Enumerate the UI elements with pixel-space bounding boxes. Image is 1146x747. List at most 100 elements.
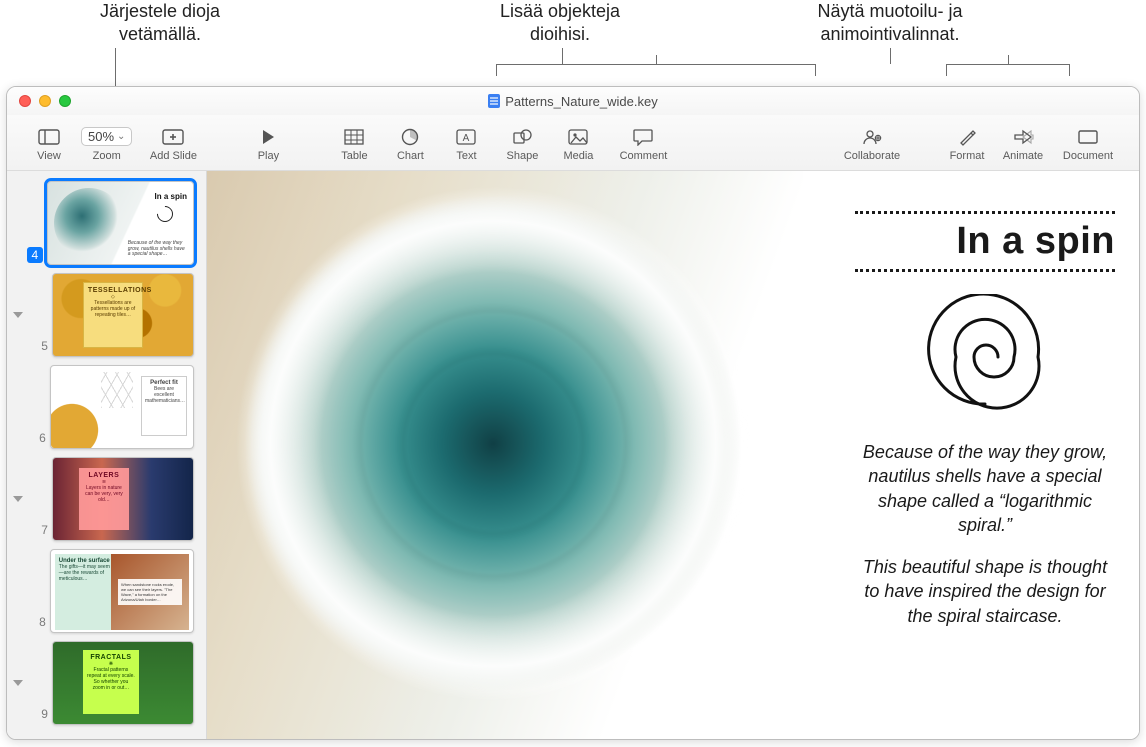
document-title: Patterns_Nature_wide.key [7, 94, 1139, 109]
table-icon [344, 126, 364, 148]
callout-annotations: Järjestele dioja vetämällä. Lisää objekt… [0, 0, 1146, 86]
callout-insert-leader [562, 48, 563, 64]
collaborate-label: Collaborate [844, 150, 900, 162]
slide-paragraph-2[interactable]: This beautiful shape is thought to have … [855, 555, 1115, 628]
play-button[interactable]: Play [240, 120, 296, 168]
slide-thumb-preview: FRACTALS❋Fractal patterns repeat at ever… [52, 641, 194, 725]
slide-thumb-7[interactable]: 7 LAYERS≋Layers in nature can be very, v… [7, 453, 200, 545]
add-slide-button[interactable]: Add Slide [136, 120, 210, 168]
callout-format-leader [890, 48, 891, 64]
slide-thumb-preview: LAYERS≋Layers in nature can be very, ver… [52, 457, 194, 541]
nautilus-image[interactable] [207, 171, 803, 739]
document-button-icon [1077, 126, 1099, 148]
callout-reorder-l2: vetämällä. [119, 24, 201, 44]
format-button[interactable]: Format [939, 120, 995, 168]
slide-number: 5 [29, 339, 48, 357]
document-title-text: Patterns_Nature_wide.key [505, 94, 657, 109]
thumb-title: FRACTALS [90, 654, 131, 661]
slide-thumb-preview: Perfect fitBees are excellent mathematic… [50, 365, 194, 449]
slide-number: 4 [27, 247, 43, 263]
slide-thumb-preview: TESSELLATIONS◇Tessellations are patterns… [52, 273, 194, 357]
shape-label: Shape [507, 150, 539, 162]
zoom-button[interactable]: 50%⌄ Zoom [77, 120, 136, 168]
media-label: Media [563, 150, 593, 162]
slide-thumb-6[interactable]: 6 Perfect fitBees are excellent mathemat… [7, 361, 200, 453]
thumb-title: LAYERS [89, 472, 120, 479]
document-icon [488, 94, 500, 108]
play-label: Play [258, 150, 279, 162]
callout-insert-bracket [496, 64, 816, 76]
slide-thumb-5[interactable]: 5 TESSELLATIONS◇Tessellations are patter… [7, 269, 200, 361]
svg-text:A: A [463, 133, 470, 144]
callout-reorder: Järjestele dioja vetämällä. [60, 0, 260, 45]
text-label: Text [456, 150, 476, 162]
callout-format-l2: animointivalinnat. [820, 24, 959, 44]
zoom-label: Zoom [93, 150, 121, 162]
text-icon: A [456, 126, 476, 148]
format-label: Format [950, 150, 985, 162]
slide-text-column: In a spin Because of the way they grow, … [855, 205, 1115, 628]
disclosure-triangle-icon[interactable] [13, 496, 23, 502]
slide-number: 6 [27, 431, 46, 449]
animate-button[interactable]: Animate [995, 120, 1051, 168]
callout-format-l1: Näytä muotoilu- ja [817, 1, 962, 21]
animate-label: Animate [1003, 150, 1043, 162]
slide-thumb-preview: In a spin Because of the way they grow, … [47, 181, 194, 265]
slide-thumb-9[interactable]: 9 FRACTALS❋Fractal patterns repeat at ev… [7, 637, 200, 729]
zoom-value: 50% [88, 129, 114, 144]
callout-insert: Lisää objekteja dioihisi. [430, 0, 690, 45]
slide-thumb-4[interactable]: 4 In a spin Because of the way they grow… [7, 177, 200, 269]
comment-label: Comment [620, 150, 668, 162]
animate-icon [1012, 126, 1034, 148]
window-controls [19, 95, 71, 107]
shape-button[interactable]: Shape [494, 120, 550, 168]
slide-thumb-preview: Under the surfaceThe gifts—it may seem—a… [50, 549, 194, 633]
document-button[interactable]: Document [1051, 120, 1125, 168]
close-window-button[interactable] [19, 95, 31, 107]
zoom-window-button[interactable] [59, 95, 71, 107]
comment-button[interactable]: Comment [606, 120, 680, 168]
media-button[interactable]: Media [550, 120, 606, 168]
titlebar: Patterns_Nature_wide.key [7, 87, 1139, 115]
callout-format-bracket [946, 64, 1070, 76]
callout-format: Näytä muotoilu- ja animointivalinnat. [760, 0, 1020, 45]
chart-label: Chart [397, 150, 424, 162]
spiral-icon[interactable] [920, 294, 1050, 414]
slide-paragraph-1[interactable]: Because of the way they grow, nautilus s… [855, 440, 1115, 537]
slide-number: 9 [29, 707, 48, 725]
play-icon [261, 126, 275, 148]
text-button[interactable]: A Text [438, 120, 494, 168]
chart-icon [401, 126, 419, 148]
slide-thumb-8[interactable]: 8 Under the surfaceThe gifts—it may seem… [7, 545, 200, 637]
table-button[interactable]: Table [326, 120, 382, 168]
dotted-rule-top [855, 211, 1115, 214]
table-label: Table [341, 150, 367, 162]
view-label: View [37, 150, 61, 162]
view-button[interactable]: View [21, 120, 77, 168]
dotted-rule-bottom [855, 269, 1115, 272]
chevron-down-icon: ⌄ [117, 131, 125, 142]
shape-icon [512, 126, 532, 148]
callout-insert-l2: dioihisi. [530, 24, 590, 44]
minimize-window-button[interactable] [39, 95, 51, 107]
slide-canvas[interactable]: In a spin Because of the way they grow, … [207, 171, 1139, 739]
add-slide-label: Add Slide [150, 150, 197, 162]
chart-button[interactable]: Chart [382, 120, 438, 168]
callout-insert-l1: Lisää objekteja [500, 1, 620, 21]
zoom-value-box: 50%⌄ [81, 126, 132, 148]
thumb-title: Perfect fit [150, 380, 178, 386]
add-slide-icon [162, 126, 184, 148]
slide-heading[interactable]: In a spin [855, 220, 1115, 263]
workspace: 4 In a spin Because of the way they grow… [7, 171, 1139, 739]
disclosure-triangle-icon[interactable] [13, 680, 23, 686]
thumb-title: In a spin [155, 192, 187, 201]
callout-reorder-l1: Järjestele dioja [100, 1, 220, 21]
format-icon [958, 126, 976, 148]
thumb-title: Under the surface [59, 558, 110, 564]
collaborate-icon [861, 126, 883, 148]
disclosure-triangle-icon[interactable] [13, 312, 23, 318]
collaborate-button[interactable]: Collaborate [835, 120, 909, 168]
slide-navigator[interactable]: 4 In a spin Because of the way they grow… [7, 171, 207, 739]
slide-number: 8 [27, 615, 46, 633]
slide-content: In a spin Because of the way they grow, … [207, 171, 1139, 739]
